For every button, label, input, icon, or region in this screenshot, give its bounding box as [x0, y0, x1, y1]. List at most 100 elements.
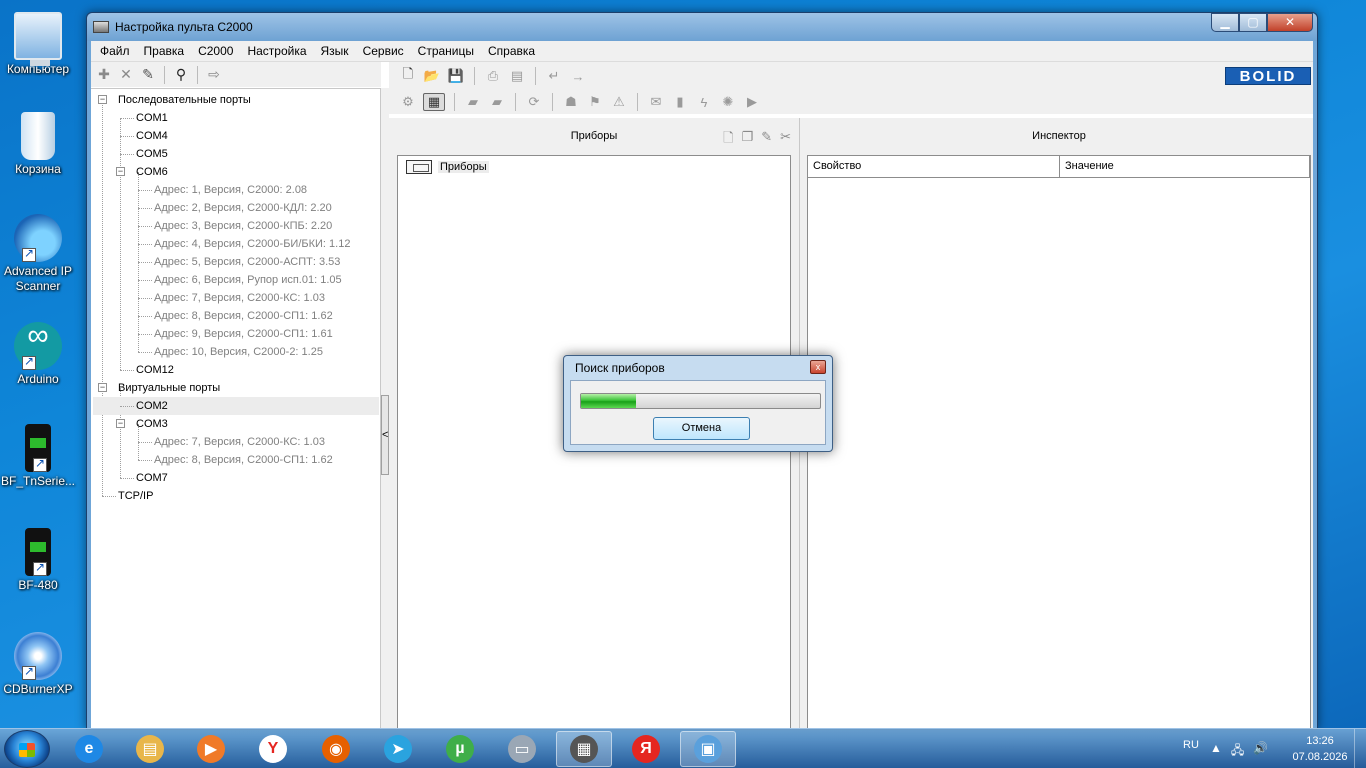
read-config-icon[interactable]: ⎙: [484, 67, 502, 85]
collapse-icon[interactable]: −: [116, 419, 125, 428]
taskbar-chip-tool[interactable]: ▦: [556, 731, 612, 767]
user-icon[interactable]: ☗: [562, 93, 580, 111]
collapse-panel-handle[interactable]: <: [381, 395, 389, 475]
tree-node-com6[interactable]: COM6: [136, 163, 168, 181]
tree-node-device[interactable]: Адрес: 6, Версия, Рупор исп.01: 1.05: [154, 271, 342, 289]
desktop-icon-1[interactable]: Корзина: [0, 112, 76, 177]
tray-expand-icon[interactable]: ▲: [1210, 741, 1222, 762]
volume-icon[interactable]: 🔊: [1253, 741, 1268, 762]
taskbar-yandex[interactable]: Я: [618, 731, 674, 767]
taskbar-media-player[interactable]: ▶: [183, 731, 239, 767]
tree-node-serial-ports[interactable]: Последовательные порты: [118, 91, 251, 109]
property-grid[interactable]: Свойство Значение: [807, 155, 1311, 729]
devices-root-item[interactable]: Приборы: [406, 160, 489, 174]
tree-node-device[interactable]: Адрес: 7, Версия, С2000-КС: 1.03: [154, 289, 325, 307]
desktop-icon-6[interactable]: CDBurnerXP: [0, 632, 76, 697]
tree-node-com4[interactable]: COM4: [136, 127, 168, 145]
tree-node-device[interactable]: Адрес: 9, Версия, С2000-СП1: 1.61: [154, 325, 333, 343]
taskbar-control-panel[interactable]: ▣: [680, 731, 736, 767]
relay-icon[interactable]: ▮: [671, 93, 689, 111]
desktop-icon-4[interactable]: BF_TnSerie...: [0, 424, 76, 489]
tree-node-device[interactable]: Адрес: 10, Версия, С2000-2: 1.25: [154, 343, 323, 361]
taskbar-firefox[interactable]: ◉: [308, 731, 364, 767]
language-indicator[interactable]: RU: [1183, 739, 1199, 751]
card-icon[interactable]: ▶: [743, 93, 761, 111]
tree-node-tcpip[interactable]: TCP/IP: [118, 487, 153, 505]
open-folder-icon[interactable]: 📂: [423, 67, 441, 85]
menu-help[interactable]: Справка: [481, 44, 542, 58]
siren-icon[interactable]: ✺: [719, 93, 737, 111]
minimize-button[interactable]: ▁: [1211, 13, 1239, 32]
edit-device-icon[interactable]: ✎: [761, 129, 772, 151]
redo-icon[interactable]: →: [569, 67, 587, 85]
collapse-icon[interactable]: −: [98, 95, 107, 104]
maximize-button[interactable]: ▢: [1239, 13, 1267, 32]
undo-icon[interactable]: ↵: [545, 67, 563, 85]
column-property[interactable]: Свойство: [808, 156, 1060, 177]
cut-device-icon[interactable]: ✂: [780, 129, 791, 151]
tree-node-device[interactable]: Адрес: 5, Версия, С2000-АСПТ: 3.53: [154, 253, 340, 271]
show-desktop-button[interactable]: [1354, 729, 1366, 768]
new-file-icon[interactable]: 🗋: [399, 66, 417, 85]
add-icon[interactable]: ✚: [95, 66, 113, 84]
title-bar[interactable]: Настройка пульта С2000: [87, 13, 1317, 41]
warning-icon[interactable]: ⚠: [610, 93, 628, 111]
gear-icon[interactable]: ⚙: [399, 93, 417, 111]
arrow-right-icon[interactable]: ⇨: [205, 66, 223, 84]
cancel-button[interactable]: Отмена: [653, 417, 750, 440]
menu-language[interactable]: Язык: [314, 44, 356, 58]
taskbar-utorrent[interactable]: µ: [432, 731, 488, 767]
collapse-icon[interactable]: −: [98, 383, 107, 392]
collapse-icon[interactable]: −: [116, 167, 125, 176]
tree-node-device[interactable]: Адрес: 4, Версия, С2000-БИ/БКИ: 1.12: [154, 235, 350, 253]
taskbar-device-tool[interactable]: ▭: [494, 731, 550, 767]
desktop-icon-3[interactable]: Arduino: [0, 322, 76, 387]
message-icon[interactable]: ✉: [647, 93, 665, 111]
tools-icon[interactable]: ✎: [139, 66, 157, 84]
search-devices-dialog[interactable]: Поиск приборов x Отмена: [563, 355, 833, 452]
delete-icon[interactable]: ✕: [117, 66, 135, 84]
tree-node-com2[interactable]: COM2: [136, 397, 168, 415]
network-icon[interactable]: 🖧: [1231, 741, 1244, 762]
tree-node-device[interactable]: Адрес: 8, Версия, С2000-СП1: 1.62: [154, 451, 333, 469]
column-value[interactable]: Значение: [1060, 156, 1310, 177]
save-icon[interactable]: 💾: [447, 67, 465, 85]
tree-node-com5[interactable]: COM5: [136, 145, 168, 163]
refresh-icon[interactable]: ⟳: [525, 93, 543, 111]
copy-device-icon[interactable]: ❐: [742, 129, 754, 151]
menu-edit[interactable]: Правка: [137, 44, 192, 58]
tree-node-virtual-ports[interactable]: Виртуальные порты: [118, 379, 220, 397]
taskbar-internet-explorer[interactable]: e: [61, 731, 117, 767]
new-device-icon[interactable]: 🗋: [723, 129, 733, 151]
menu-settings[interactable]: Настройка: [240, 44, 313, 58]
clock[interactable]: 13:26 07.08.2026: [1280, 733, 1360, 765]
start-button[interactable]: [4, 730, 50, 768]
tree-node-device[interactable]: Адрес: 7, Версия, С2000-КС: 1.03: [154, 433, 325, 451]
access-icon[interactable]: ⚑: [586, 93, 604, 111]
tree-node-device[interactable]: Адрес: 1, Версия, С2000: 2.08: [154, 181, 307, 199]
tree-node-device[interactable]: Адрес: 8, Версия, С2000-СП1: 1.62: [154, 307, 333, 325]
lightning-icon[interactable]: ϟ: [695, 93, 713, 111]
menu-c2000[interactable]: С2000: [191, 44, 240, 58]
tree-node-com1[interactable]: COM1: [136, 109, 168, 127]
desktop-icon-2[interactable]: Advanced IP Scanner: [0, 214, 76, 294]
groups-icon[interactable]: ▰: [488, 93, 506, 111]
menu-file[interactable]: Файл: [93, 44, 137, 58]
taskbar-file-explorer[interactable]: ▤: [122, 731, 178, 767]
zones-icon[interactable]: ▰: [464, 93, 482, 111]
tree-node-device[interactable]: Адрес: 2, Версия, С2000-КДЛ: 2.20: [154, 199, 332, 217]
desktop-icon-0[interactable]: Компьютер: [0, 12, 76, 77]
taskbar-telegram[interactable]: ➤: [370, 731, 426, 767]
tree-node-com12[interactable]: COM12: [136, 361, 174, 379]
device-view-icon[interactable]: ▦: [423, 93, 445, 111]
desktop-icon-5[interactable]: BF-480: [0, 528, 76, 593]
tree-node-com7[interactable]: COM7: [136, 469, 168, 487]
tree-node-device[interactable]: Адрес: 3, Версия, С2000-КПБ: 2.20: [154, 217, 332, 235]
menu-pages[interactable]: Страницы: [411, 44, 481, 58]
close-button[interactable]: ✕: [1267, 13, 1313, 32]
menu-service[interactable]: Сервис: [356, 44, 411, 58]
taskbar-yandex-browser[interactable]: Y: [245, 731, 301, 767]
write-config-icon[interactable]: ▤: [508, 67, 526, 85]
ports-tree[interactable]: − Последовательные порты COM1 COM4 COM5 …: [91, 88, 381, 729]
tree-node-com3[interactable]: COM3: [136, 415, 168, 433]
